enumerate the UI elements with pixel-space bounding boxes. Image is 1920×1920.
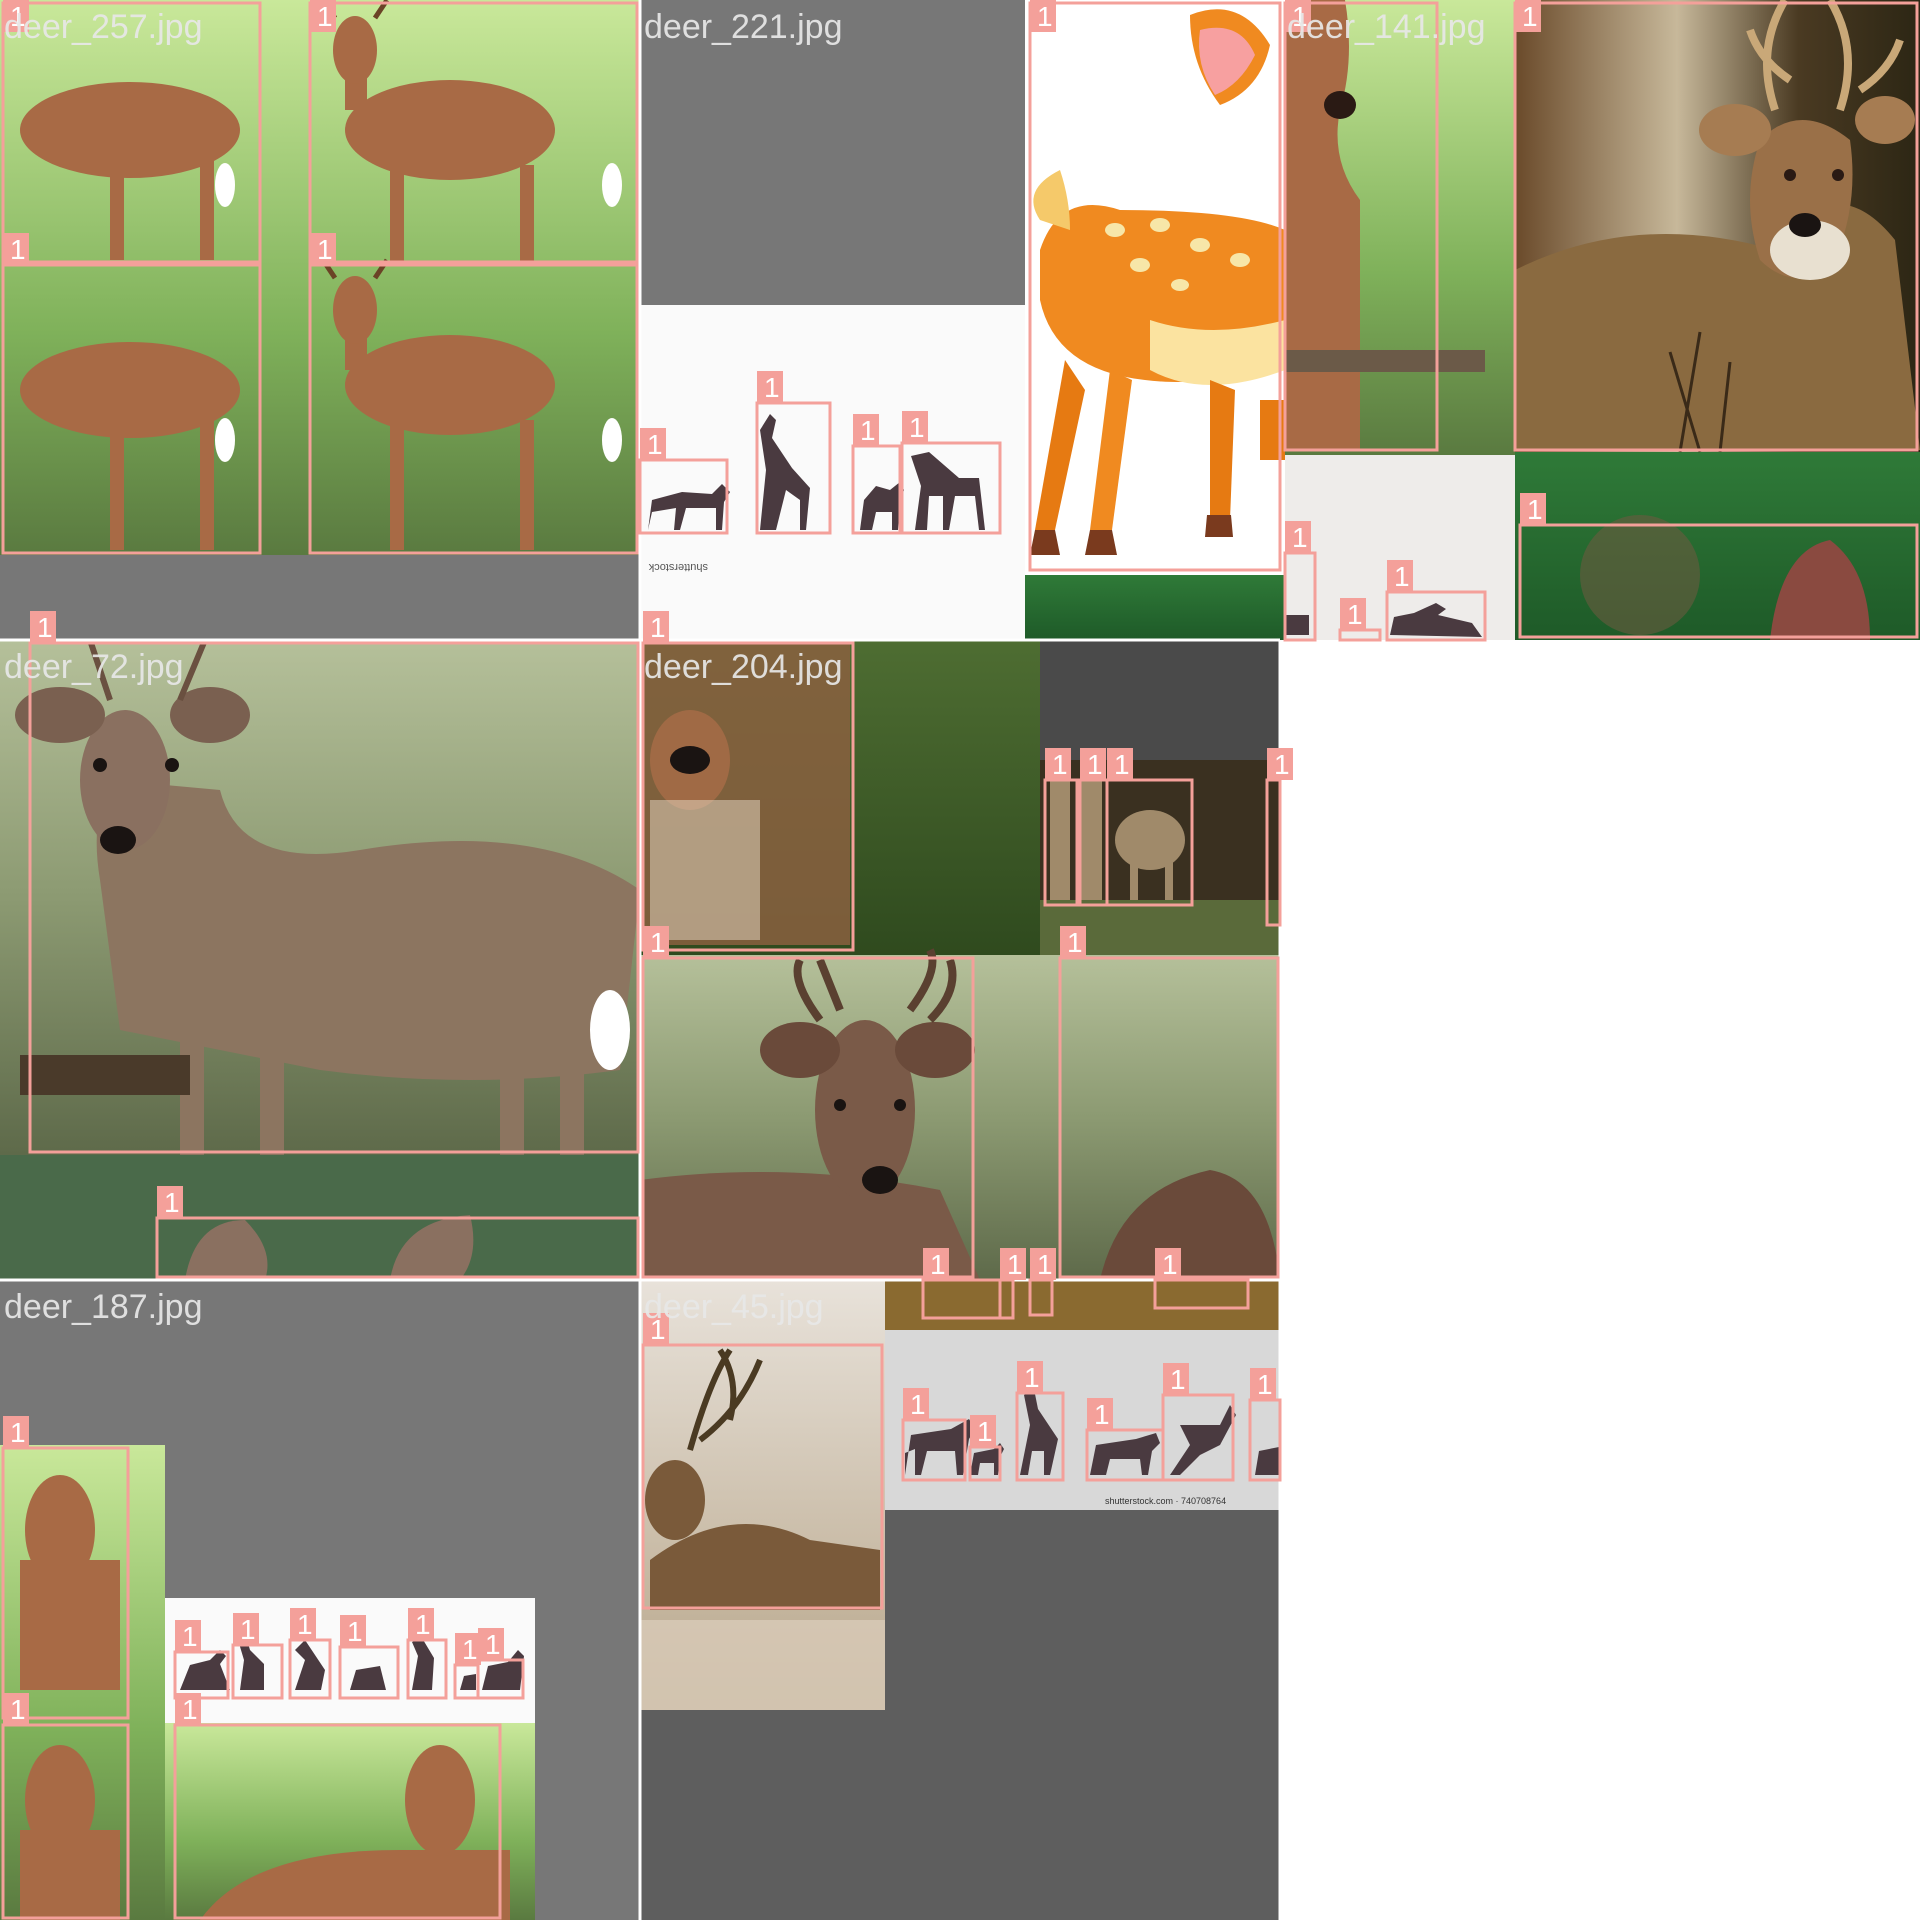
tile-big-buck [1515, 0, 1920, 640]
box-class-label: 1 [1274, 749, 1290, 780]
box-class-label: 1 [1527, 494, 1543, 525]
tile-deer-257 [0, 0, 640, 640]
box-class-label: 1 [182, 1621, 198, 1652]
box-class-label: 1 [317, 234, 333, 265]
box-class-label: 1 [650, 1314, 666, 1345]
box-class-label: 1 [647, 429, 663, 460]
mosaic-canvas: shutterstock shutterstock.com · 74070876… [0, 0, 1920, 1920]
box-class-label: 1 [164, 1187, 180, 1218]
tile-deer-221: shutterstock [640, 0, 1025, 640]
box-class-label: 1 [860, 415, 876, 446]
fawn-photo-deer-204 [640, 640, 850, 945]
box-class-label: 1 [240, 1614, 256, 1645]
box-class-label: 1 [1037, 1, 1053, 32]
box-class-label: 1 [1394, 561, 1410, 592]
tile-deer-72 [0, 638, 640, 1280]
box-class-label: 1 [977, 1416, 993, 1447]
box-class-label: 1 [1162, 1249, 1178, 1280]
box-class-label: 1 [10, 1694, 26, 1725]
box-class-label: 1 [1292, 522, 1308, 553]
box-class-label: 1 [1067, 927, 1083, 958]
box-class-label: 1 [10, 1417, 26, 1448]
box-class-label: 1 [1114, 749, 1130, 780]
box-class-label: 1 [10, 1, 26, 32]
box-class-label: 1 [347, 1616, 363, 1647]
box-class-label: 1 [1037, 1249, 1053, 1280]
box-class-label: 1 [650, 612, 666, 643]
box-class-label: 1 [317, 1, 333, 32]
box-class-label: 1 [1094, 1399, 1110, 1430]
box-class-label: 1 [1024, 1362, 1040, 1393]
box-class-label: 1 [764, 372, 780, 403]
box-class-label: 1 [1522, 1, 1538, 32]
box-class-label: 1 [10, 234, 26, 265]
tile-deer-141 [1285, 0, 1515, 640]
box-class-label: 1 [462, 1634, 478, 1665]
box-class-label: 1 [37, 612, 53, 643]
box-class-label: 1 [910, 1389, 926, 1420]
tile-deer-187 [0, 1280, 640, 1920]
box-class-label: 1 [485, 1629, 501, 1660]
box-class-label: 1 [650, 927, 666, 958]
tile-cartoon-fawn [1025, 0, 1285, 640]
box-class-label: 1 [1292, 1, 1308, 32]
box-class-label: 1 [909, 412, 925, 443]
box-class-label: 1 [1257, 1369, 1273, 1400]
box-class-label: 1 [1347, 599, 1363, 630]
box-class-label: 1 [930, 1249, 946, 1280]
tile-deer-204 [640, 640, 1280, 1280]
box-class-label: 1 [415, 1609, 431, 1640]
box-class-label: 1 [1087, 749, 1103, 780]
box-class-label: 1 [1170, 1364, 1186, 1395]
box-class-label: 1 [297, 1609, 313, 1640]
watermark-shutterstock: shutterstock [648, 561, 708, 573]
box-class-label: 1 [182, 1694, 198, 1725]
box-class-label: 1 [1007, 1249, 1023, 1280]
watermark-shutterstock-2: shutterstock.com · 740708764 [1105, 1496, 1226, 1506]
box-class-label: 1 [1052, 749, 1068, 780]
